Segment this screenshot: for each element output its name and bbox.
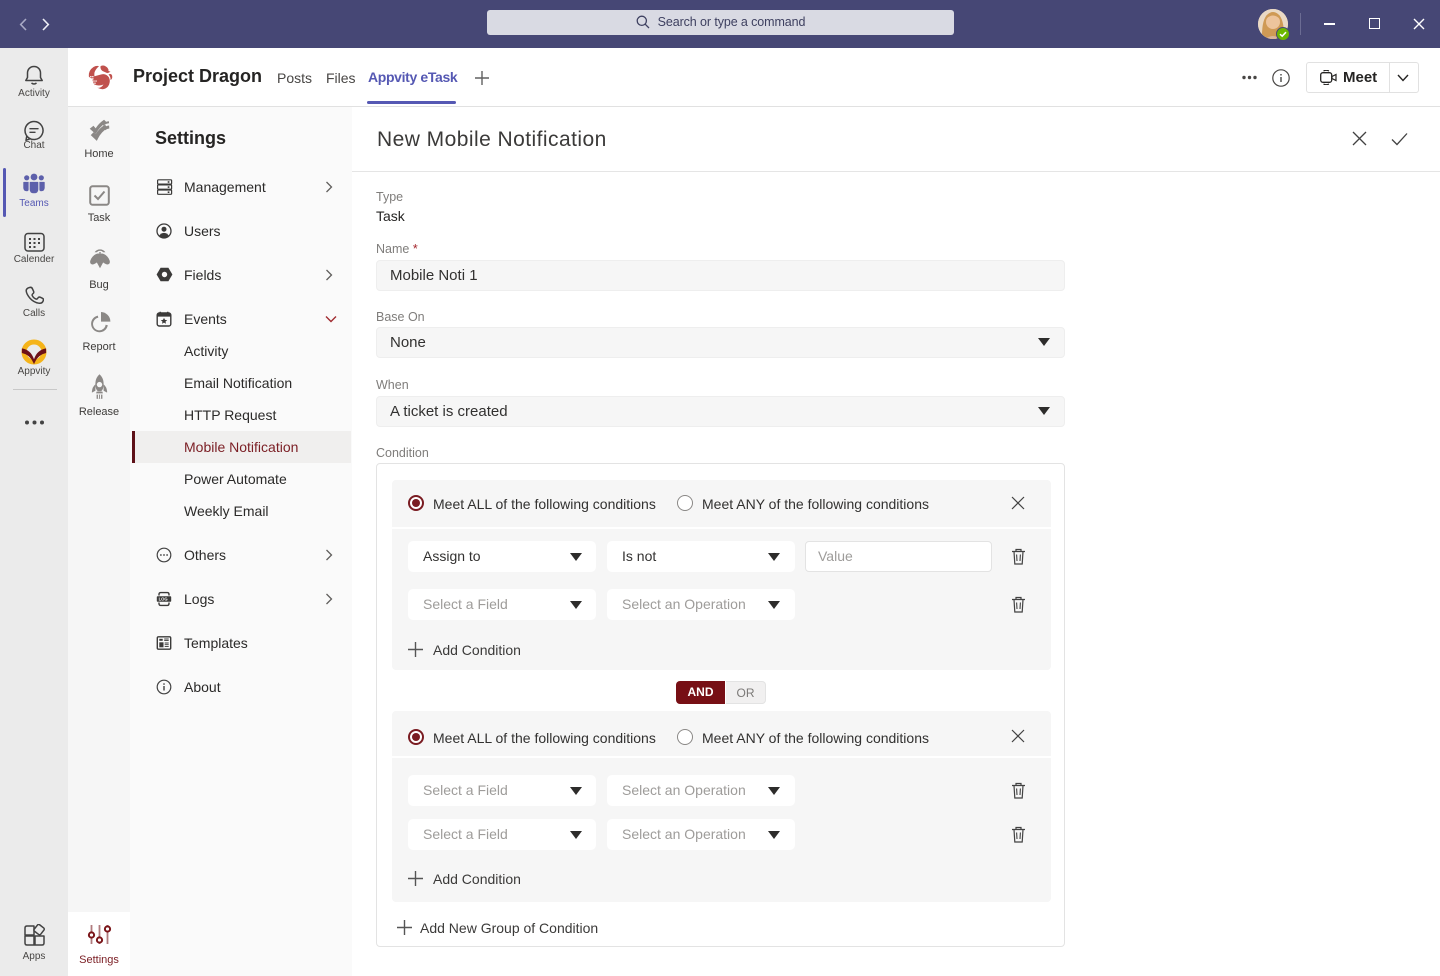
svg-text:LOG: LOG [159, 597, 168, 602]
